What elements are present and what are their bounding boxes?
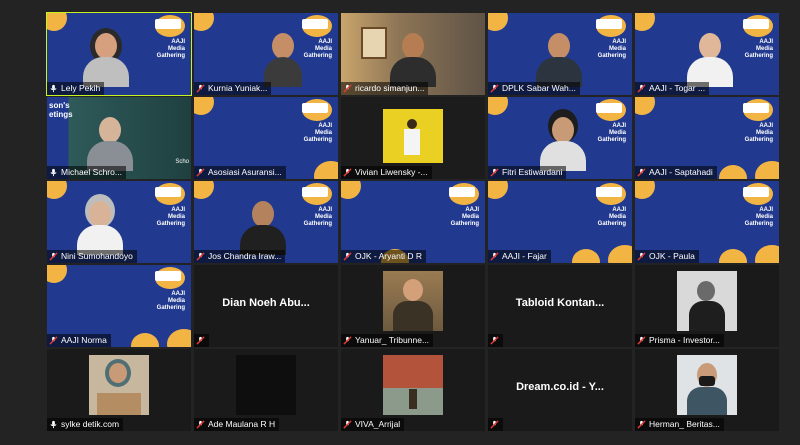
participant-name-label: Prisma - Investor... — [635, 334, 724, 347]
participant-name-label: AAJI - Saptahadi — [635, 166, 717, 179]
participant-tile-michael[interactable]: son's etings Scho Michael Schro... — [47, 97, 191, 179]
participant-tile-herman[interactable]: Herman_ Beritas... — [635, 349, 779, 431]
participant-name-label: AAJI - Fajar — [488, 250, 551, 263]
participant-display-name: Tabloid Kontan... — [515, 297, 605, 309]
participant-name-label: OJK - Aryanti D R — [341, 250, 427, 263]
slide-text: AAJI Media Gathering — [156, 39, 185, 59]
participant-name-label: OJK - Paula — [635, 250, 699, 263]
participant-name-label: sylke detik.com — [47, 418, 124, 431]
participant-name-label: Lely Pekih — [47, 82, 105, 95]
participant-tile-ojk-aryanti[interactable]: AAJI Media Gathering OJK - Aryanti D R — [341, 181, 485, 263]
participant-tile-aaji-norma[interactable]: AAJI Media Gathering AAJI Norma — [47, 265, 191, 347]
participant-tile-asosiasi-asuransi[interactable]: AAJI Media Gathering Asosiasi Asuransi... — [194, 97, 338, 179]
muted-microphone-icon — [490, 252, 499, 261]
participant-tile-ade-maulana[interactable]: Ade Maulana R H — [194, 349, 338, 431]
participant-video — [390, 33, 436, 87]
participant-name-label: Herman_ Beritas... — [635, 418, 724, 431]
participant-name-label: Ade Maulana R H — [194, 418, 280, 431]
partial-slide-footer: Scho — [175, 159, 189, 165]
participant-tile-nini[interactable]: AAJI Media Gathering Nini Sumohandoyo — [47, 181, 191, 263]
participant-name-label — [488, 334, 503, 347]
participant-tile-aaji-fajar[interactable]: AAJI Media Gathering AAJI - Fajar — [488, 181, 632, 263]
participant-tile-lely-pekih[interactable]: AAJI Media Gathering Lely Pekih — [46, 12, 192, 96]
muted-microphone-icon — [490, 336, 499, 345]
participant-tile-ojk-paula[interactable]: AAJI Media Gathering OJK - Paula — [635, 181, 779, 263]
participant-name-label: Yanuar_ Tribunne... — [341, 334, 434, 347]
participant-video — [687, 33, 733, 87]
participant-name-label: Jos Chandra Iraw... — [194, 250, 286, 263]
participant-tile-fitri[interactable]: AAJI Media Gathering Fitri Estiwardani — [488, 97, 632, 179]
participant-name-label: Kurnia Yuniak... — [194, 82, 272, 95]
participant-video — [536, 33, 582, 87]
microphone-icon — [50, 84, 57, 93]
muted-microphone-icon — [196, 420, 205, 429]
muted-microphone-icon — [490, 84, 499, 93]
muted-microphone-icon — [637, 84, 646, 93]
participant-tile-dream[interactable]: Dream.co.id - Y... — [488, 349, 632, 431]
partial-slide-text: son's etings — [49, 101, 73, 119]
participant-name-label: Vivian Liwensky -... — [341, 166, 432, 179]
participant-tile-sylke[interactable]: sylke detik.com — [47, 349, 191, 431]
participant-name-label: DPLK Sabar Wah... — [488, 82, 580, 95]
participant-tile-ricardo[interactable]: ricardo simanjun... — [341, 13, 485, 95]
participant-display-name: Dian Noeh Abu... — [222, 297, 310, 309]
participant-name-label — [194, 334, 209, 347]
muted-microphone-icon — [637, 336, 646, 345]
participant-name-label: Nini Sumohandoyo — [47, 250, 137, 263]
muted-microphone-icon — [196, 84, 205, 93]
muted-microphone-icon — [196, 252, 205, 261]
muted-microphone-icon — [49, 336, 58, 345]
participant-video — [264, 33, 302, 87]
muted-microphone-icon — [637, 252, 646, 261]
participant-name-label: AAJI - Togar ... — [635, 82, 710, 95]
muted-microphone-icon — [343, 420, 352, 429]
muted-microphone-icon — [196, 168, 205, 177]
muted-microphone-icon — [637, 168, 646, 177]
participant-video — [83, 33, 129, 87]
muted-microphone-icon — [196, 336, 205, 345]
muted-microphone-icon — [343, 336, 352, 345]
participant-tile-dplk-sabar[interactable]: AAJI Media Gathering DPLK Sabar Wah... — [488, 13, 632, 95]
participant-tile-dian-noeh[interactable]: Dian Noeh Abu... — [194, 265, 338, 347]
muted-microphone-icon — [343, 84, 352, 93]
muted-microphone-icon — [490, 168, 499, 177]
participant-name-label: AAJI Norma — [47, 334, 111, 347]
microphone-icon — [50, 168, 57, 177]
participant-tile-aaji-togar[interactable]: AAJI Media Gathering AAJI - Togar ... — [635, 13, 779, 95]
muted-microphone-icon — [490, 420, 499, 429]
participant-tile-aaji-saptahadi[interactable]: AAJI Media Gathering AAJI - Saptahadi — [635, 97, 779, 179]
microphone-icon — [50, 420, 57, 429]
participant-tile-jos-chandra[interactable]: AAJI Media Gathering Jos Chandra Iraw... — [194, 181, 338, 263]
participant-video — [540, 117, 586, 171]
participant-name-label — [488, 418, 503, 431]
muted-microphone-icon — [49, 252, 58, 261]
muted-microphone-icon — [637, 420, 646, 429]
participant-video — [240, 201, 286, 255]
participant-name-label: Michael Schro... — [47, 166, 126, 179]
participant-tile-prisma[interactable]: Prisma - Investor... — [635, 265, 779, 347]
participant-tile-kurnia[interactable]: AAJI Media Gathering Kurnia Yuniak... — [194, 13, 338, 95]
participant-name-label: Fitri Estiwardani — [488, 166, 567, 179]
participant-name-label: Asosiasi Asuransi... — [194, 166, 286, 179]
participant-tile-vivian[interactable]: Vivian Liwensky -... — [341, 97, 485, 179]
participant-name-label: ricardo simanjun... — [341, 82, 429, 95]
participant-video — [236, 355, 296, 415]
participant-video — [77, 201, 123, 255]
participant-video — [87, 117, 133, 171]
muted-microphone-icon — [343, 252, 352, 261]
participant-tile-viva-arrijal[interactable]: VIVA_Arrijal — [341, 349, 485, 431]
video-grid: AAJI Media Gathering Lely Pekih AAJI Media G… — [46, 12, 779, 433]
participant-tile-tabloid-kontan[interactable]: Tabloid Kontan... — [488, 265, 632, 347]
muted-microphone-icon — [343, 168, 352, 177]
participant-tile-yanuar[interactable]: Yanuar_ Tribunne... — [341, 265, 485, 347]
participant-name-label: VIVA_Arrijal — [341, 418, 405, 431]
participant-display-name: Dream.co.id - Y... — [516, 381, 604, 393]
